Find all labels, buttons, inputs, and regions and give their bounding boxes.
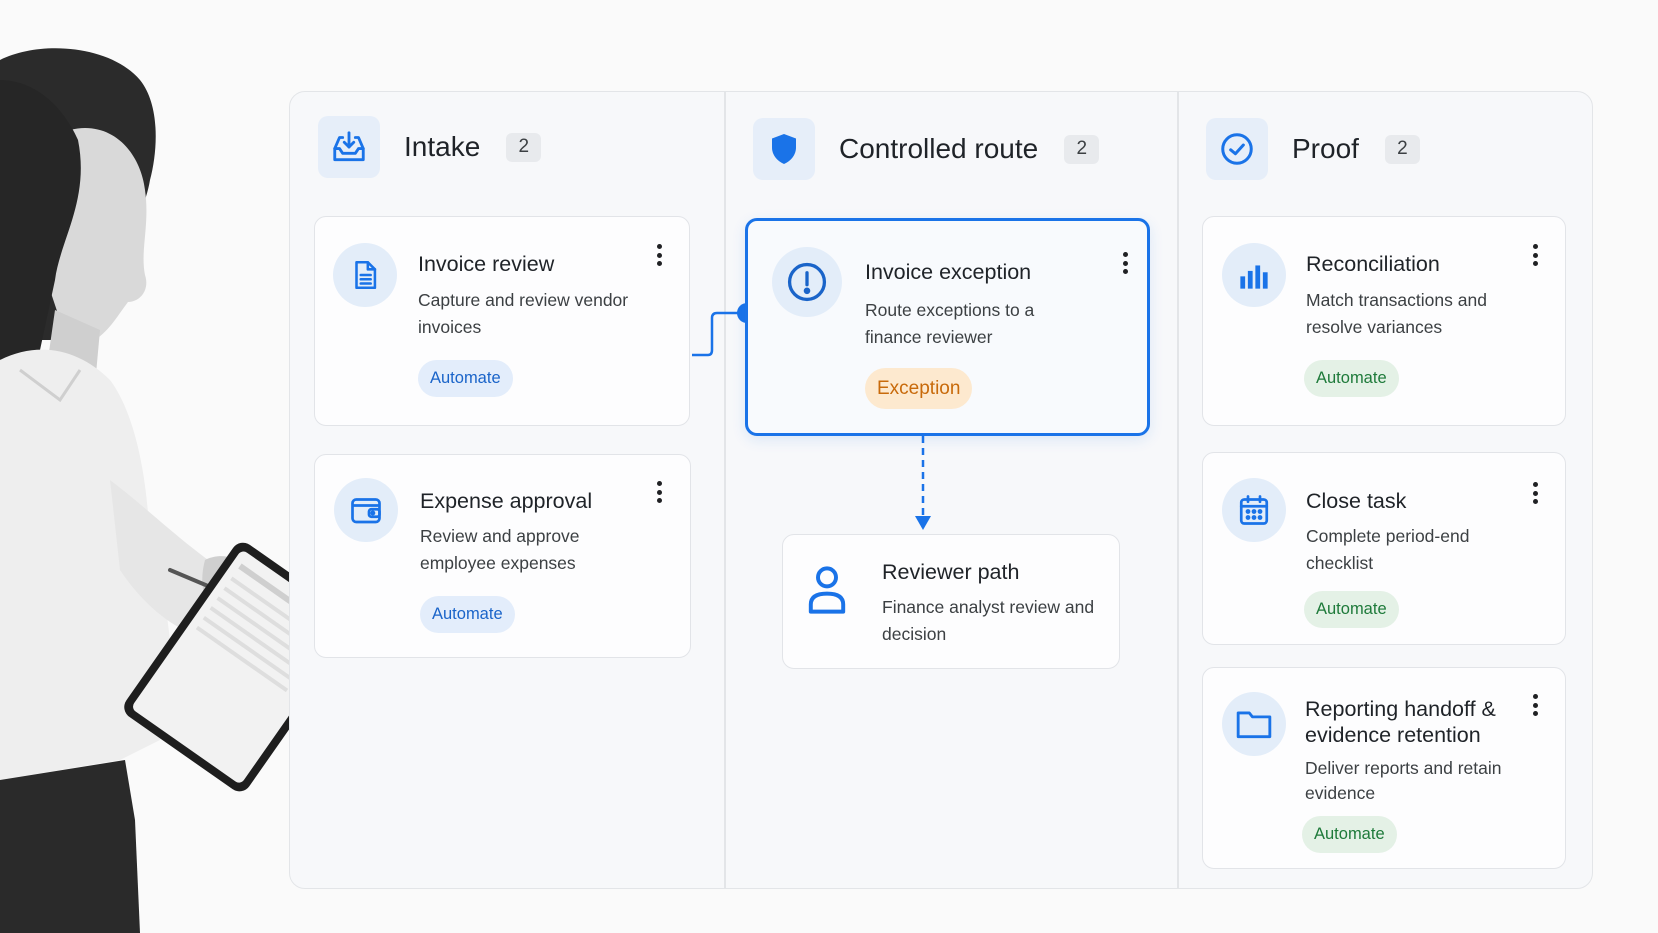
automate-badge[interactable]: Automate <box>418 360 513 397</box>
count-badge: 2 <box>506 132 542 162</box>
card-description: Match transactions and resolve variances <box>1306 290 1487 337</box>
more-options-icon[interactable] <box>652 242 666 268</box>
column-title: Proof <box>1292 133 1359 164</box>
card-description: Review and approve employee expenses <box>420 526 580 573</box>
column-header-proof: Proof 2 <box>1206 117 1420 181</box>
automate-badge[interactable]: Automate <box>1302 816 1397 853</box>
card-reporting-handoff[interactable]: Reporting handoff & evidence retention D… <box>1202 667 1566 869</box>
column-header-controlled-route: Controlled route 2 <box>753 117 1100 181</box>
card-close-task[interactable]: Close task Complete period-end checklist… <box>1202 452 1566 645</box>
inbox-download-icon <box>318 116 380 178</box>
automate-badge[interactable]: Automate <box>1304 360 1399 397</box>
card-description: Deliver reports and retain evidence <box>1305 758 1502 803</box>
calendar-icon <box>1222 478 1286 542</box>
more-options-icon[interactable] <box>1528 242 1542 268</box>
card-description: Route exceptions to a finance reviewer <box>865 300 1035 347</box>
bar-chart-icon <box>1222 243 1286 307</box>
card-reviewer-path[interactable]: Reviewer path Finance analyst review and… <box>782 534 1120 669</box>
wallet-icon <box>334 478 398 542</box>
card-title: Reconciliation <box>1306 252 1440 276</box>
folder-icon <box>1222 692 1286 756</box>
card-expense-approval[interactable]: Expense approval Review and approve empl… <box>314 454 691 658</box>
column-divider <box>1177 91 1179 889</box>
card-title: Invoice review <box>418 252 555 276</box>
card-title: Reviewer path <box>882 560 1020 584</box>
card-invoice-exception[interactable]: Invoice exception Route exceptions to a … <box>745 218 1150 436</box>
card-title: Reporting handoff & evidence retention <box>1305 697 1496 747</box>
card-invoice-review[interactable]: Invoice review Capture and review vendor… <box>314 216 690 426</box>
card-title: Expense approval <box>420 489 593 513</box>
column-title: Intake <box>404 131 481 162</box>
column-title: Controlled route <box>839 133 1039 164</box>
more-options-icon[interactable] <box>1528 692 1542 718</box>
card-description: Capture and review vendor invoices <box>418 290 629 337</box>
count-badge: 2 <box>1064 134 1100 164</box>
card-reconciliation[interactable]: Reconciliation Match transactions and re… <box>1202 216 1566 426</box>
check-circle-icon <box>1206 118 1268 180</box>
alert-circle-icon <box>772 247 842 317</box>
card-description: Complete period-end checklist <box>1306 526 1470 573</box>
more-options-icon[interactable] <box>1118 250 1132 276</box>
count-badge: 2 <box>1384 134 1420 164</box>
more-options-icon[interactable] <box>1528 480 1542 506</box>
card-title: Invoice exception <box>865 260 1032 284</box>
document-icon <box>333 243 397 307</box>
column-header-intake: Intake 2 <box>318 115 542 179</box>
exception-badge[interactable]: Exception <box>865 368 973 409</box>
automate-badge[interactable]: Automate <box>1304 591 1399 628</box>
column-divider <box>724 91 726 889</box>
person-icon <box>805 563 849 617</box>
dashed-arrow <box>915 436 931 530</box>
card-description: Finance analyst review and decision <box>882 597 1095 644</box>
more-options-icon[interactable] <box>652 479 666 505</box>
shield-icon <box>753 118 815 180</box>
card-title: Close task <box>1306 489 1407 513</box>
automate-badge[interactable]: Automate <box>420 596 515 633</box>
